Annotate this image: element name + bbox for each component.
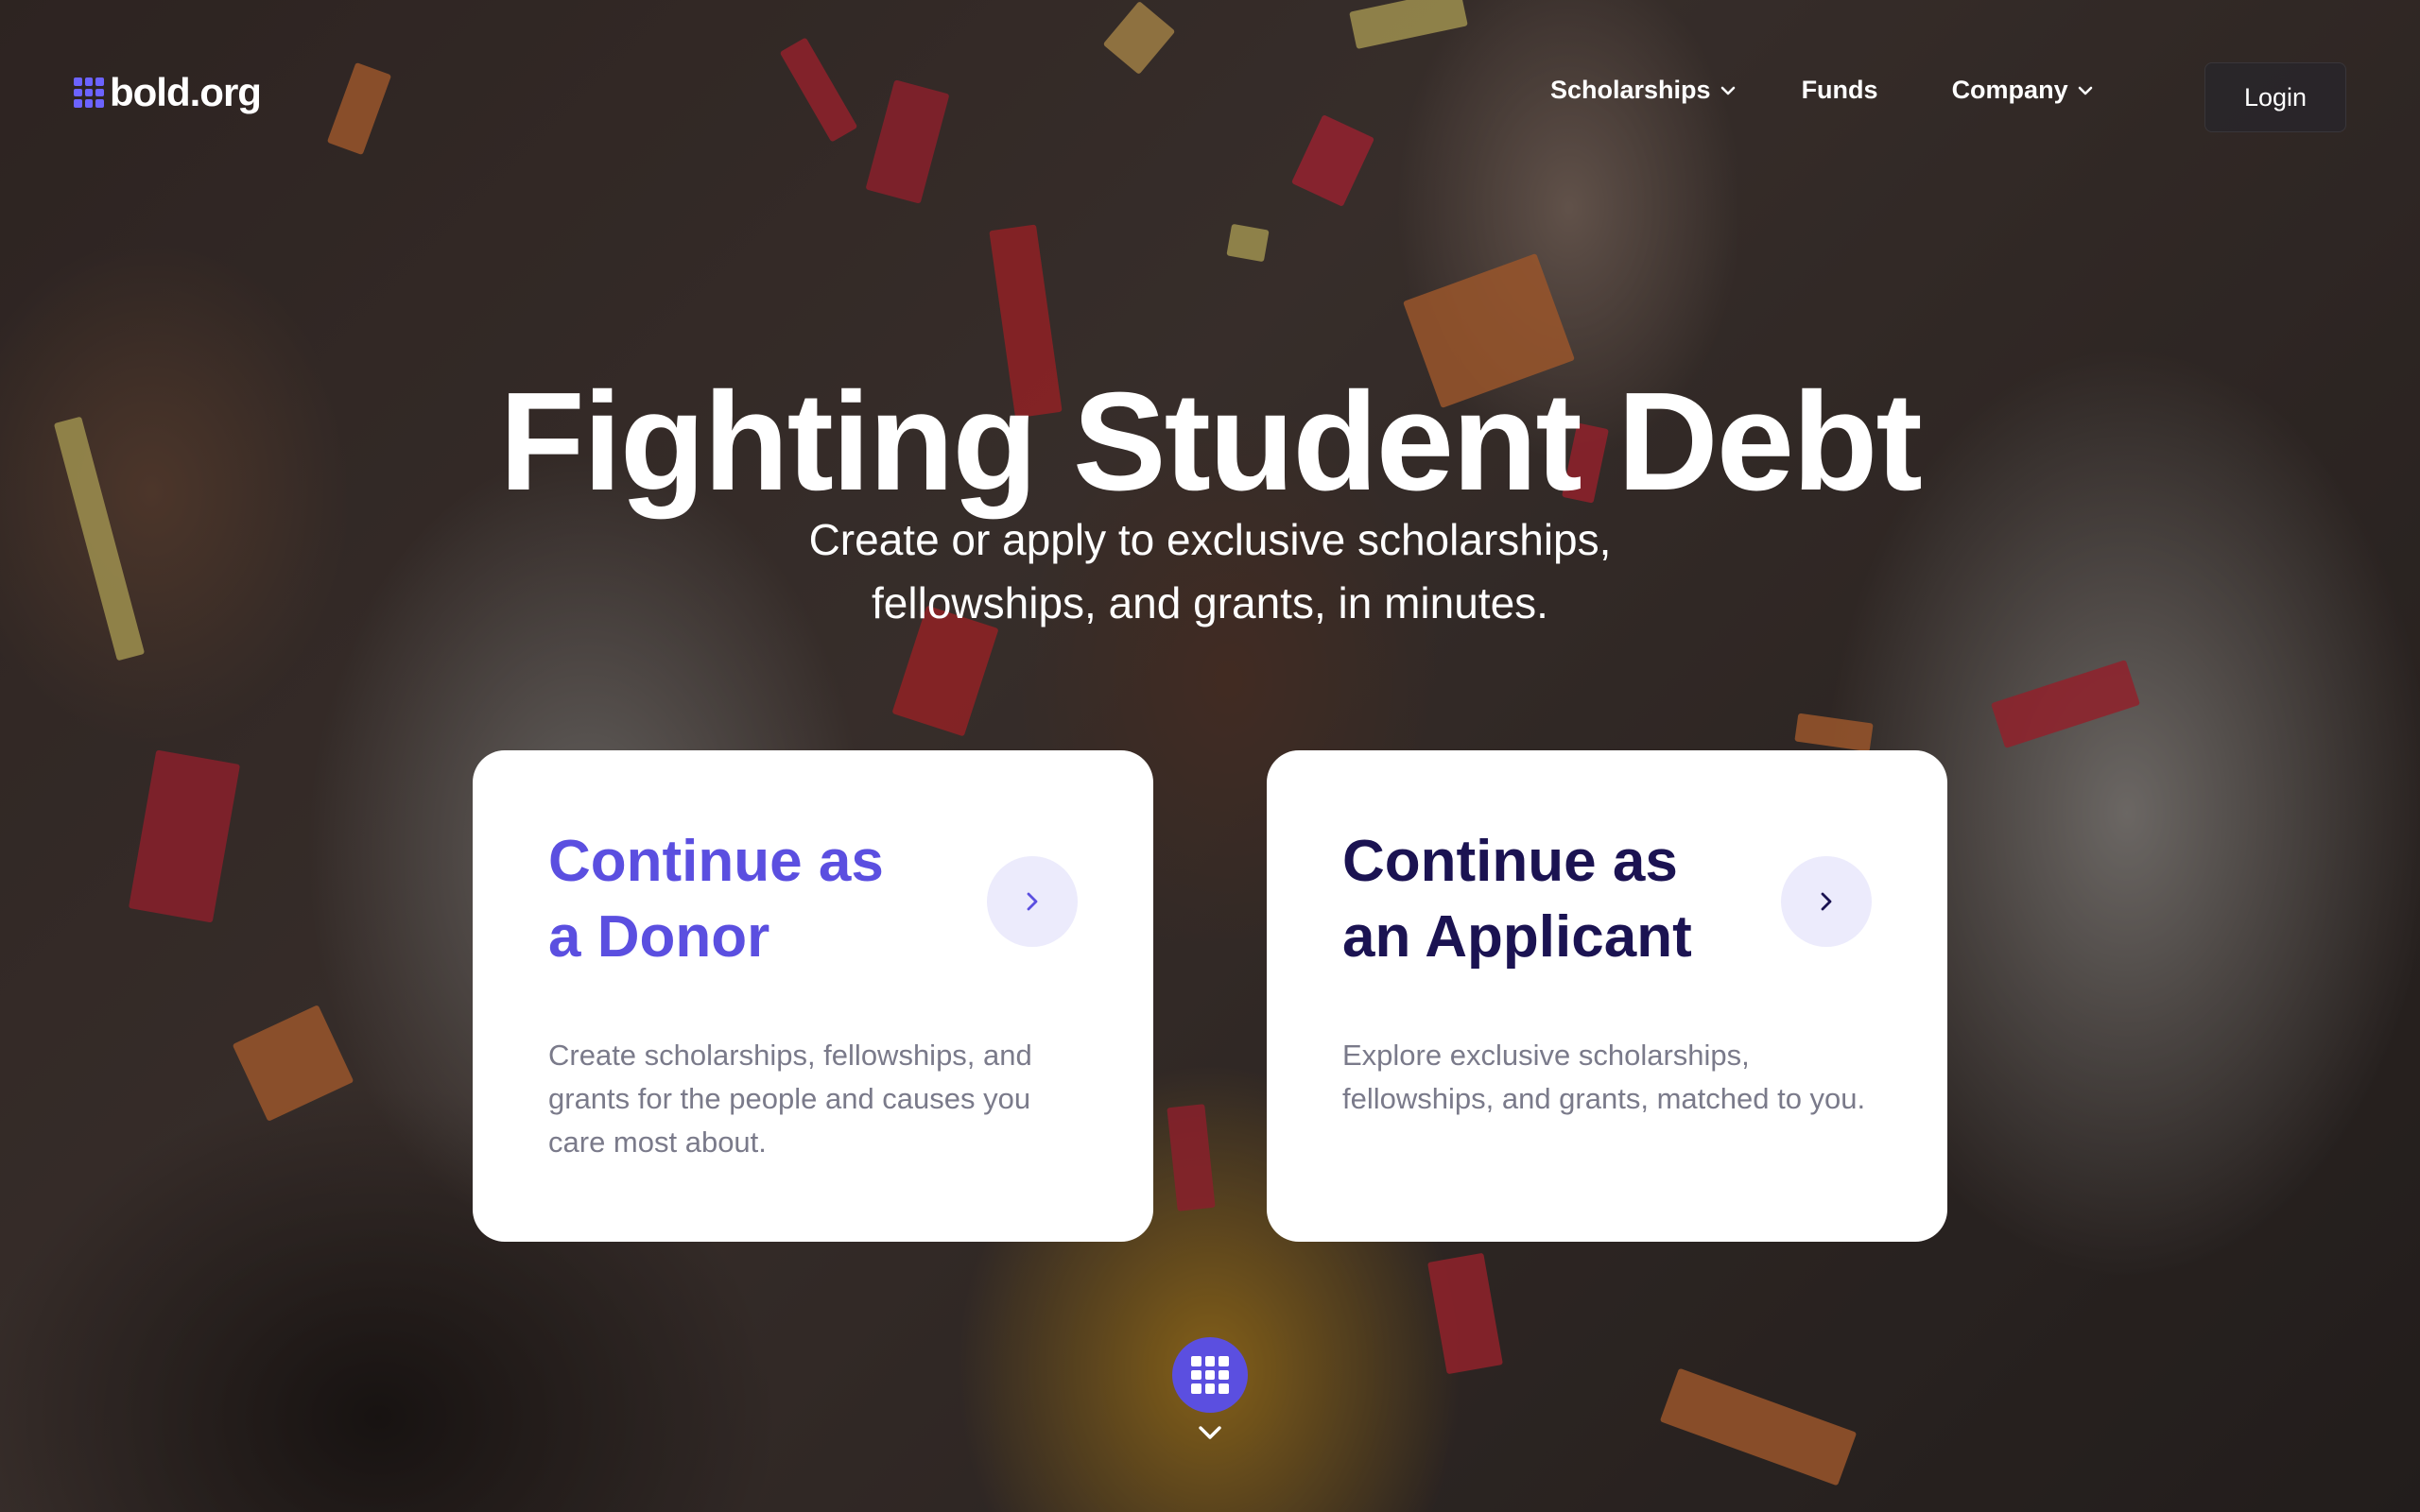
applicant-card-title: Continue as an Applicant [1342, 824, 1777, 975]
card-title-line: a Donor [548, 904, 770, 970]
hero-subheading: Create or apply to exclusive scholarship… [0, 508, 2420, 635]
applicant-arrow-button[interactable] [1781, 856, 1872, 947]
nav-item-label: Scholarships [1550, 76, 1711, 104]
donor-card-description: Create scholarships, fellowships, and gr… [548, 1039, 1032, 1159]
donor-arrow-button[interactable] [987, 856, 1078, 947]
nav-item-company[interactable]: Company [1952, 76, 2093, 105]
subheading-line: Create or apply to exclusive scholarship… [808, 515, 1612, 564]
main-nav: Scholarships Funds Company [1550, 76, 2093, 105]
card-title-line: an Applicant [1342, 904, 1692, 970]
login-button[interactable]: Login [2204, 62, 2346, 132]
nav-item-label: Company [1951, 76, 2068, 104]
grid-logo-icon [74, 77, 104, 108]
hero-headline: Fighting Student Debt [499, 364, 1922, 521]
nav-item-scholarships[interactable]: Scholarships [1550, 76, 1736, 105]
hero-overlay [0, 0, 2420, 1512]
subheading-line: fellowships, and grants, in minutes. [872, 578, 1548, 627]
top-navigation: bold.org Scholarships Funds Company Logi… [0, 0, 2420, 189]
grid-logo-icon [1191, 1356, 1229, 1394]
chevron-down-icon [1720, 86, 1735, 94]
applicant-card-description: Explore exclusive scholarships, fellowsh… [1342, 1039, 1866, 1115]
scroll-hint [1172, 1337, 1248, 1441]
nav-item-label: Funds [1801, 76, 1878, 104]
nav-item-funds[interactable]: Funds [1802, 76, 1878, 105]
scroll-logo-badge[interactable] [1172, 1337, 1248, 1413]
card-title-line: Continue as [1342, 829, 1678, 894]
brand-name: bold.org [110, 70, 262, 114]
applicant-card[interactable]: Continue as an Applicant Explore exclusi… [1267, 750, 1947, 1242]
donor-card[interactable]: Continue as a Donor Create scholarships,… [473, 750, 1153, 1242]
donor-card-title: Continue as a Donor [548, 824, 983, 975]
chevron-down-icon [1199, 1426, 1221, 1439]
chevron-right-icon [1821, 892, 1832, 911]
brand-logo[interactable]: bold.org [74, 70, 262, 115]
chevron-right-icon [1027, 892, 1038, 911]
scroll-down-button[interactable] [1172, 1424, 1248, 1441]
card-title-line: Continue as [548, 829, 884, 894]
chevron-down-icon [2078, 86, 2092, 94]
